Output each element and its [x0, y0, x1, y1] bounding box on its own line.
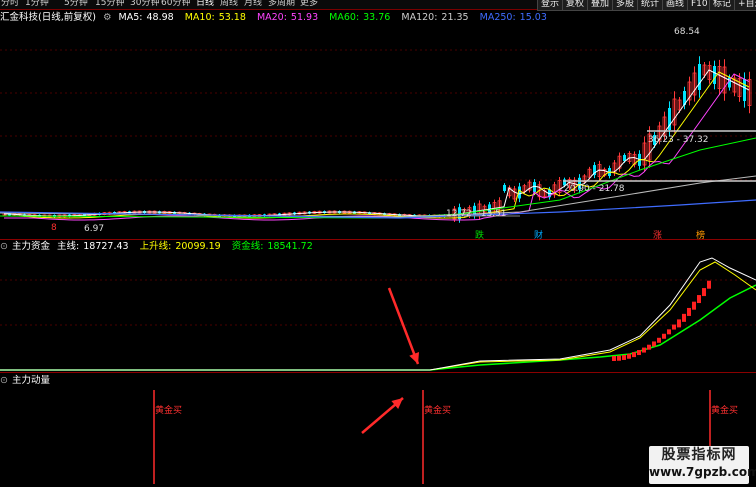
main-line-value: 18727.43 [83, 241, 129, 252]
fund-line-name: 资金线: [231, 241, 264, 252]
capital-bar [647, 344, 651, 350]
ma10-line [4, 71, 750, 219]
capital-bar [697, 295, 701, 304]
fund-line-value: 18541.72 [267, 241, 313, 252]
capital-bar [702, 288, 706, 297]
momentum-legend: ⊙ 主力动量 [0, 375, 54, 387]
capital-legend: ⊙ 主力资金 主线: 18727.43 上升线: 20099.19 资金线: 1854… [0, 241, 321, 253]
range-label-2: 20.90 - 21.78 [564, 184, 625, 194]
range-label-1: 36.23 - 37.32 [648, 135, 709, 145]
ma60-line [0, 137, 756, 219]
main-line [0, 257, 756, 371]
main-line-label: 主线: 18727.43 [57, 241, 133, 252]
rise-line-value: 20099.19 [175, 241, 221, 252]
fund-line [0, 284, 756, 371]
low-price-label: 6.97 [84, 224, 105, 234]
event-flag-list[interactable]: 榜 [695, 231, 706, 242]
capital-bar [682, 313, 686, 322]
watermark-url: www.7gpzb.com [649, 465, 756, 479]
capital-bar [652, 341, 656, 347]
capital-bar [622, 354, 626, 360]
capital-bar [627, 353, 631, 359]
event-flag-8[interactable]: 8 [50, 223, 58, 234]
fund-line-label: 资金线: 18541.72 [232, 241, 317, 252]
range-label-3: 12.72 - 13.51 [446, 209, 507, 219]
capital-bar [677, 319, 681, 328]
rise-line-name: 上升线: [139, 241, 172, 252]
capital-bar [612, 356, 616, 361]
buy-signal-label-1: 黄金买 [155, 406, 183, 416]
candle-body [533, 182, 536, 193]
capital-bar [672, 324, 676, 330]
capital-bar [637, 350, 641, 356]
main-line-name: 主线: [57, 241, 80, 252]
capital-bar [662, 333, 666, 339]
watermark-title: 股票指标网 [661, 447, 737, 463]
candle-body [503, 184, 506, 191]
capital-panel-title: 主力资金 [12, 241, 51, 252]
rise-line [0, 261, 756, 371]
candle-body [743, 79, 746, 101]
ma120-line [0, 175, 756, 218]
capital-bar [632, 352, 636, 358]
panel-divider-1[interactable] [0, 239, 756, 240]
collapse-icon[interactable]: ⊙ [0, 241, 8, 252]
capital-bar [707, 280, 711, 289]
capital-bar [657, 337, 661, 343]
ma20-line [4, 73, 750, 221]
capital-bar [692, 301, 696, 310]
capital-bar [642, 347, 646, 353]
momentum-panel-title: 主力动量 [12, 375, 51, 386]
rise-line-label: 上升线: 20099.19 [140, 241, 225, 252]
candle-body [623, 155, 626, 162]
annotation-arrow-1 [387, 287, 420, 365]
high-price-label: 68.54 [674, 27, 700, 37]
panel-divider-2[interactable] [0, 372, 756, 373]
event-flag-rise[interactable]: 涨 [652, 231, 663, 242]
ma5-line [4, 69, 750, 217]
collapse-icon-2[interactable]: ⊙ [0, 375, 8, 386]
candle-body [698, 64, 701, 90]
candle-body [713, 66, 716, 84]
site-watermark: 股票指标网 www.7gpzb.com [649, 446, 756, 484]
buy-signal-label-2: 黄金买 [424, 406, 452, 416]
event-flag-finance[interactable]: 财 [533, 231, 544, 242]
capital-bar [687, 307, 691, 316]
event-flag-drop[interactable]: 跌 [474, 231, 485, 242]
buy-signal-label-3: 黄金买 [711, 406, 739, 416]
capital-bar [617, 355, 621, 361]
capital-bar [667, 329, 671, 335]
